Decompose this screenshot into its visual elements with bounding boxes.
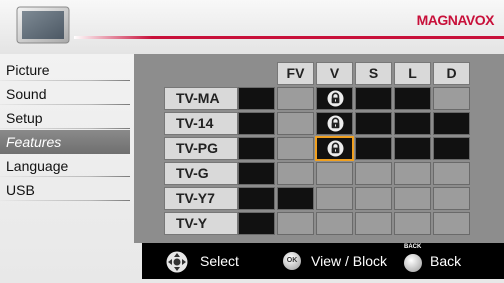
lock-icon (327, 90, 344, 107)
grid-cell[interactable] (355, 137, 392, 160)
grid-cell[interactable] (433, 212, 470, 235)
header-rule-fade (74, 36, 152, 39)
grid-cell[interactable] (238, 137, 275, 160)
grid-cell[interactable] (316, 112, 353, 135)
rating-label-tv-ma: TV-MA (164, 87, 238, 110)
grid-cell[interactable] (277, 137, 314, 160)
lock-icon (327, 115, 344, 132)
grid-cell[interactable] (238, 112, 275, 135)
rating-label-tv-14: TV-14 (164, 112, 238, 135)
column-header-fv: FV (277, 62, 314, 85)
grid-cell[interactable] (355, 162, 392, 185)
grid-cell[interactable] (277, 162, 314, 185)
grid-cell[interactable] (394, 87, 431, 110)
grid-cell[interactable] (315, 136, 354, 161)
menu-item-picture[interactable]: Picture (0, 58, 136, 82)
features-screen: MAGNAVOX Picture Sound Setup Features La… (0, 0, 504, 283)
grid-cell[interactable] (433, 162, 470, 185)
grid-cell[interactable] (316, 162, 353, 185)
grid-cell[interactable] (433, 137, 470, 160)
grid-cell[interactable] (433, 187, 470, 210)
grid-cell[interactable] (238, 212, 275, 235)
back-hint: Back (430, 253, 462, 269)
menu-item-label: Sound (6, 86, 47, 102)
grid-cell[interactable] (277, 87, 314, 110)
dpad-icon (166, 251, 188, 273)
grid-cell[interactable] (394, 187, 431, 210)
grid-cell[interactable] (394, 162, 431, 185)
menu-item-usb[interactable]: USB (0, 178, 136, 202)
header: MAGNAVOX (0, 0, 504, 54)
grid-cell[interactable] (316, 212, 353, 235)
menu-item-setup[interactable]: Setup (0, 106, 136, 130)
grid-cell[interactable] (316, 87, 353, 110)
column-header-l: L (394, 62, 431, 85)
rating-label-tv-g: TV-G (164, 162, 238, 185)
grid-cell[interactable] (433, 87, 470, 110)
grid-cell[interactable] (355, 87, 392, 110)
grid-cell[interactable] (238, 162, 275, 185)
rating-label-tv-y: TV-Y (164, 212, 238, 235)
header-rule (152, 36, 504, 39)
button-guide-bar: Select OK View / Block BACK Back (142, 243, 504, 279)
select-hint: Select (200, 253, 239, 269)
grid-cell[interactable] (394, 137, 431, 160)
column-header-s: S (355, 62, 392, 85)
view-block-hint: View / Block (311, 253, 387, 269)
brand-logo: MAGNAVOX (416, 12, 495, 28)
menu-divider (0, 200, 130, 201)
grid-cell[interactable] (394, 212, 431, 235)
back-button-icon (404, 254, 422, 272)
menu-item-label: USB (6, 182, 35, 198)
grid-cell[interactable] (355, 112, 392, 135)
grid-cell[interactable] (394, 112, 431, 135)
grid-cell[interactable] (433, 112, 470, 135)
column-header-v: V (316, 62, 353, 85)
menu-item-label: Picture (6, 62, 50, 78)
menu-divider (0, 104, 130, 105)
grid-cell[interactable] (355, 212, 392, 235)
back-caption: BACK (404, 244, 422, 250)
menu-item-features[interactable]: Features (0, 130, 130, 154)
ok-button-icon: OK (283, 252, 301, 270)
grid-cell[interactable] (238, 187, 275, 210)
menu-item-sound[interactable]: Sound (0, 82, 136, 106)
menu-item-label: Features (6, 134, 62, 150)
menu-item-label: Setup (6, 110, 43, 126)
menu-item-language[interactable]: Language (0, 154, 136, 178)
menu-divider (0, 80, 130, 81)
rating-label-tv-y7: TV-Y7 (164, 187, 238, 210)
grid-cell[interactable] (355, 187, 392, 210)
lock-icon (327, 140, 344, 157)
rating-label-tv-pg: TV-PG (164, 137, 238, 160)
grid-cell[interactable] (277, 187, 314, 210)
menu-divider (0, 176, 130, 177)
grid-cell[interactable] (277, 112, 314, 135)
grid-cell[interactable] (277, 212, 314, 235)
grid-cell[interactable] (316, 187, 353, 210)
column-header-d: D (433, 62, 470, 85)
side-menu: Picture Sound Setup Features Language US… (0, 58, 136, 202)
tv-icon (16, 6, 70, 44)
menu-divider (0, 128, 130, 129)
grid-cell[interactable] (238, 87, 275, 110)
menu-item-label: Language (6, 158, 69, 174)
